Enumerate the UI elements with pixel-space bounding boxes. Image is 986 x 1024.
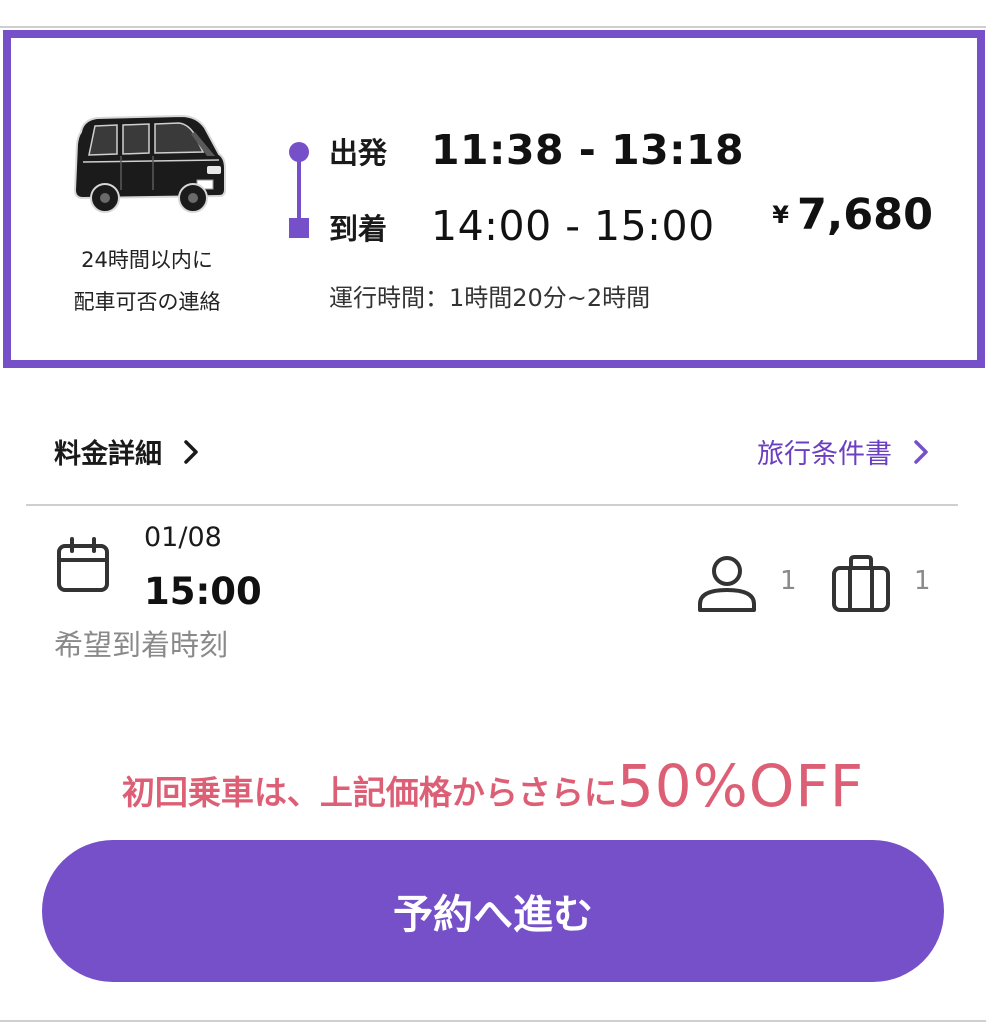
travel-terms-label: 旅行条件書 xyxy=(757,439,892,470)
trip-arrival-time: 15:00 xyxy=(144,570,262,613)
chevron-right-icon xyxy=(906,437,936,467)
fare-details-link[interactable]: 料金詳細 xyxy=(54,432,206,471)
chevron-right-icon xyxy=(176,437,206,467)
arrival-label: 到着 xyxy=(329,212,388,246)
top-divider xyxy=(0,26,986,28)
van-icon xyxy=(69,110,229,220)
arrival-square-icon xyxy=(289,218,309,238)
person-icon xyxy=(696,554,758,614)
passenger-count: 1 xyxy=(780,566,797,596)
dispatch-notice-line1: 24時間以内に xyxy=(81,248,213,272)
trip-date: 01/08 xyxy=(144,522,222,553)
promo-text: 初回乗車は、上記価格からさらに xyxy=(121,773,617,812)
section-divider xyxy=(26,504,958,506)
travel-terms-link[interactable]: 旅行条件書 xyxy=(757,432,936,471)
departure-label: 出発 xyxy=(329,136,388,170)
travel-duration: 運行時間：1時間20分~2時間 xyxy=(329,284,651,312)
currency-symbol: ¥ xyxy=(772,201,789,229)
arrival-time-caption: 希望到着時刻 xyxy=(54,628,229,662)
departure-time-range: 11:38 - 13:18 xyxy=(431,126,745,174)
suitcase-icon xyxy=(830,554,892,614)
search-result-page: 24時間以内に 配車可否の連絡 出発 11:38 - 13:18 到着 14:0… xyxy=(0,0,986,1024)
luggage-count: 1 xyxy=(914,566,931,596)
route-line xyxy=(297,156,301,220)
bottom-divider xyxy=(0,1020,986,1022)
arrival-time-range: 14:00 - 15:00 xyxy=(431,202,715,250)
fare-details-label: 料金詳細 xyxy=(54,439,162,470)
dispatch-notice-line2: 配車可否の連絡 xyxy=(73,290,221,314)
price-amount: 7,680 xyxy=(796,190,933,240)
calendar-icon xyxy=(54,536,112,594)
ride-option-card[interactable]: 24時間以内に 配車可否の連絡 出発 11:38 - 13:18 到着 14:0… xyxy=(3,30,985,368)
promo-discount: 50%OFF xyxy=(616,752,865,820)
first-ride-promo: 初回乗車は、上記価格からさらに50%OFF xyxy=(0,752,986,820)
proceed-to-booking-button[interactable]: 予約へ進む xyxy=(42,840,944,982)
fare-price: ¥7,680 xyxy=(772,190,933,240)
